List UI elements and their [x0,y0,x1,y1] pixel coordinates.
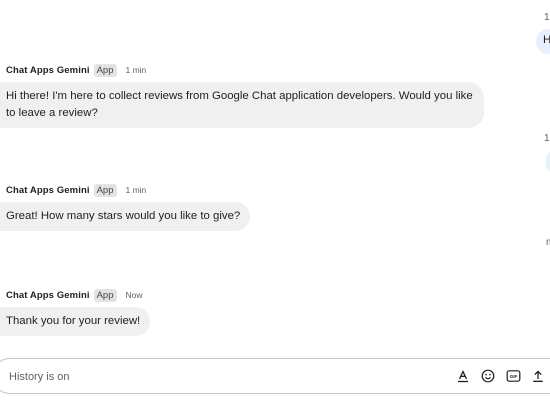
sender-line: Chat Apps Gemini App Now [6,288,150,302]
message-bubble: Great! How many stars would you like to … [0,202,251,231]
message-text: Hi there! I'm here to collect reviews fr… [6,90,473,119]
upload-icon[interactable] [530,368,546,384]
emoji-icon-glyph [481,369,495,383]
sender-name[interactable]: Chat Apps Gemini [6,290,90,301]
gif-icon-glyph: GIF [506,370,520,382]
sender-line: Chat Apps Gemini App 1 min [6,63,484,77]
app-badge: App [93,63,117,77]
message-input[interactable] [7,367,411,387]
sender-line: Chat Apps Gemini App 1 min [6,183,250,197]
message-bubble: Hi there! I'm here to collect reviews fr… [0,82,484,128]
app-badge: App [93,288,117,302]
clipped-user-bubble-1: H [536,29,550,54]
message-time: 1 min [125,65,147,75]
format-text-icon-glyph [458,369,468,383]
clipped-timestamp-3: m [546,237,550,248]
sender-name[interactable]: Chat Apps Gemini [6,65,90,76]
message-text: Great! How many stars would you like to … [6,210,241,222]
message-time: 1 min [125,185,147,195]
clipped-user-bubble-text: H [543,34,550,46]
emoji-icon[interactable] [480,368,496,384]
upload-icon-glyph [533,370,543,382]
message-time: Now [125,290,143,300]
svg-text:GIF: GIF [509,374,517,379]
message-bubble: Thank you for your review! [0,307,151,336]
message-group: Chat Apps Gemini App 1 min Great! How ma… [0,183,251,231]
gif-icon[interactable]: GIF [505,368,521,384]
message-text: Thank you for your review! [6,315,141,327]
clipped-timestamp-1: 1 [544,12,550,23]
app-badge: App [93,183,117,197]
clipped-timestamp-2: 1 [544,133,550,144]
message-composer: GIF [0,358,550,394]
message-group: Chat Apps Gemini App 1 min Hi there! I'm… [0,63,484,128]
sender-name[interactable]: Chat Apps Gemini [6,185,90,196]
format-text-icon[interactable] [455,368,471,384]
clipped-user-bubble-2 [546,150,550,174]
chat-page: 1 H 1 m Chat Apps Gemini App 1 min Hi th… [0,0,550,420]
message-group: Chat Apps Gemini App Now Thank you for y… [0,288,151,336]
